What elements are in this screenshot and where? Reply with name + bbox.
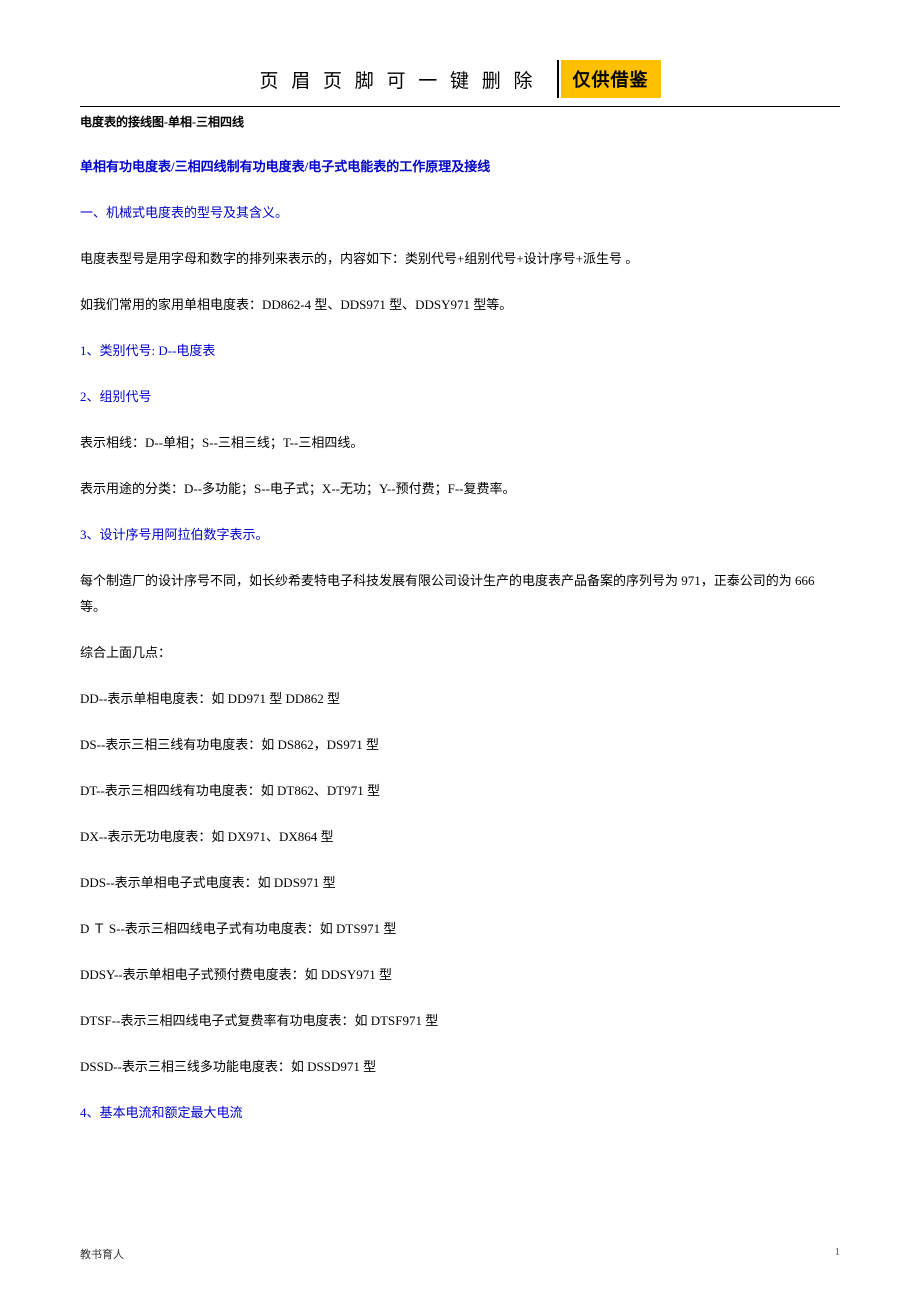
body-text: DDSY--表示单相电子式预付费电度表：如 DDSY971 型 — [80, 962, 840, 988]
body-text: D Ｔ S--表示三相四线电子式有功电度表：如 DTS971 型 — [80, 916, 840, 942]
footer-left: 教书育人 — [80, 1246, 124, 1262]
body-text: 每个制造厂的设计序号不同，如长纱希麦特电子科技发展有限公司设计生产的电度表产品备… — [80, 568, 840, 620]
list-item: 3、设计序号用阿拉伯数字表示。 — [80, 522, 840, 548]
document-page: 页 眉 页 脚 可 一 键 删 除 仅供借鉴 电度表的接线图-单相-三相四线 单… — [0, 0, 920, 1186]
header-badge-wrap: 仅供借鉴 — [557, 60, 661, 98]
list-item: 1、类别代号: D--电度表 — [80, 338, 840, 364]
body-text: DDS--表示单相电子式电度表：如 DDS971 型 — [80, 870, 840, 896]
body-text: 如我们常用的家用单相电度表：DD862-4 型、DDS971 型、DDSY971… — [80, 292, 840, 318]
document-content: 单相有功电度表/三相四线制有功电度表/电子式电能表的工作原理及接线 一、机械式电… — [80, 154, 840, 1126]
header-title: 页 眉 页 脚 可 一 键 删 除 — [259, 66, 536, 93]
main-title: 单相有功电度表/三相四线制有功电度表/电子式电能表的工作原理及接线 — [80, 154, 840, 180]
body-text: DT--表示三相四线有功电度表：如 DT862、DT971 型 — [80, 778, 840, 804]
badge-separator — [557, 60, 559, 98]
section-heading: 一、机械式电度表的型号及其含义。 — [80, 200, 840, 226]
body-text: 表示用途的分类：D--多功能；S--电子式；X--无功；Y--预付费；F--复费… — [80, 476, 840, 502]
body-text: 表示相线：D--单相；S--三相三线；T--三相四线。 — [80, 430, 840, 456]
body-text: DTSF--表示三相四线电子式复费率有功电度表：如 DTSF971 型 — [80, 1008, 840, 1034]
body-text: DS--表示三相三线有功电度表：如 DS862，DS971 型 — [80, 732, 840, 758]
body-text: 电度表型号是用字母和数字的排列来表示的，内容如下：类别代号+组别代号+设计序号+… — [80, 246, 840, 272]
body-text: 综合上面几点： — [80, 640, 840, 666]
list-item: 4、基本电流和额定最大电流 — [80, 1100, 840, 1126]
header-badge: 仅供借鉴 — [561, 60, 661, 98]
document-name: 电度表的接线图-单相-三相四线 — [80, 113, 840, 130]
header-divider — [80, 106, 840, 107]
footer: 教书育人 1 — [80, 1246, 840, 1262]
body-text: DX--表示无功电度表：如 DX971、DX864 型 — [80, 824, 840, 850]
body-text: DD--表示单相电度表：如 DD971 型 DD862 型 — [80, 686, 840, 712]
body-text: DSSD--表示三相三线多功能电度表：如 DSSD971 型 — [80, 1054, 840, 1080]
header-row: 页 眉 页 脚 可 一 键 删 除 仅供借鉴 — [80, 60, 840, 98]
list-item: 2、组别代号 — [80, 384, 840, 410]
page-number: 1 — [835, 1246, 841, 1262]
